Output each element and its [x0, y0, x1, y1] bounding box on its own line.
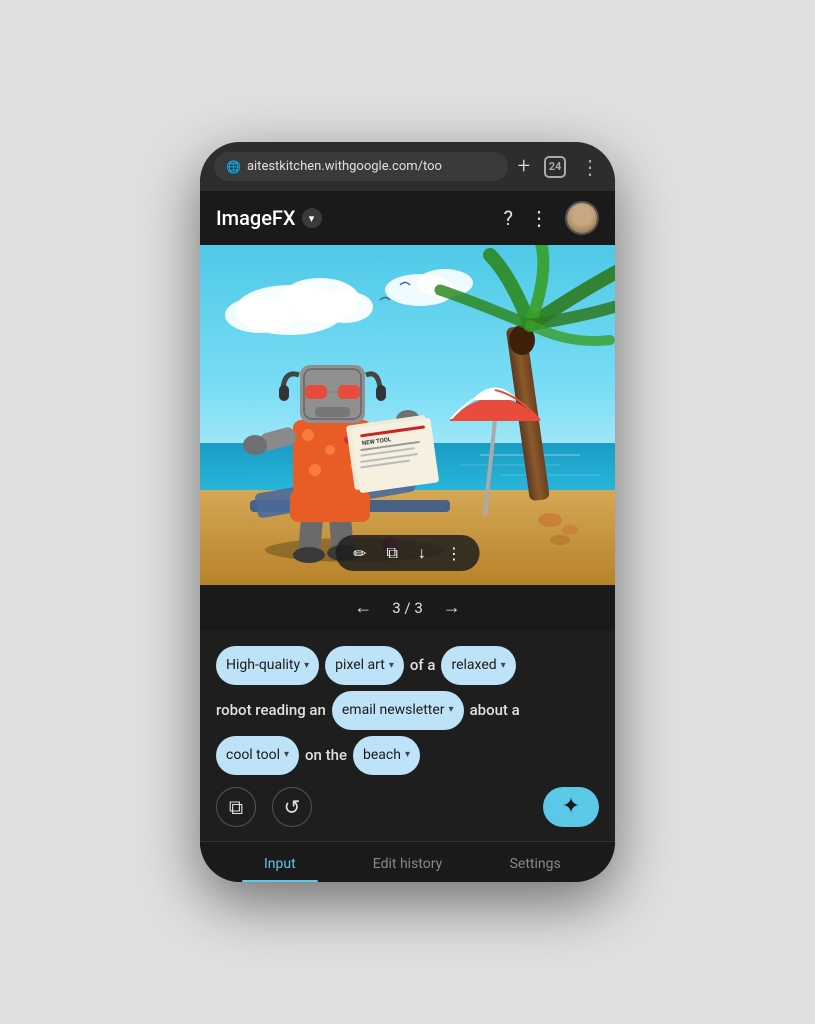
newsletter-chip[interactable]: email newsletter ▾	[332, 691, 464, 730]
generate-icon: ✦	[562, 794, 580, 819]
newsletter-chip-arrow: ▾	[449, 699, 454, 721]
app-header-actions: ? ⋮	[504, 201, 599, 235]
prompt-tokens: High-quality ▾ pixel art ▾ of a relaxed …	[216, 646, 599, 774]
copy-icon: ⧉	[229, 795, 243, 819]
location-chip-arrow: ▾	[405, 744, 410, 766]
browser-bar: 🌐 aitestkitchen.withgoogle.com/too + 24 …	[200, 142, 615, 191]
app-menu-icon[interactable]: ⋮	[529, 206, 549, 230]
app-title-group: ImageFX ▾	[216, 206, 322, 230]
tab-bar: Input Edit history Settings	[200, 841, 615, 882]
tab-settings[interactable]: Settings	[471, 842, 599, 882]
browser-url-text: aitestkitchen.withgoogle.com/too	[247, 159, 496, 174]
image-controls: ✏ ⧉ ↓ ⋮	[335, 535, 480, 571]
image-container: NEW TOOL ✏ ⧉ ↓ ⋮	[200, 245, 615, 585]
subject-chip-arrow: ▾	[284, 744, 289, 766]
prompt-text-on-the: on the	[305, 739, 347, 772]
new-tab-button[interactable]: +	[518, 154, 530, 179]
browser-actions: + 24 ⋮	[518, 154, 601, 179]
mood-chip[interactable]: relaxed ▾	[441, 646, 515, 685]
refresh-icon: ↺	[284, 795, 301, 819]
style-chip[interactable]: pixel art ▾	[325, 646, 404, 685]
copy-button[interactable]: ⧉	[386, 543, 397, 563]
app-dropdown-button[interactable]: ▾	[302, 208, 322, 228]
browser-menu-button[interactable]: ⋮	[580, 155, 601, 179]
app-header: ImageFX ▾ ? ⋮	[200, 191, 615, 245]
prompt-text-of-a: of a	[410, 649, 436, 682]
toolbar-left: ⧉ ↺	[216, 787, 312, 827]
beach-scene-svg: NEW TOOL	[200, 245, 615, 585]
app-title: ImageFX	[216, 206, 296, 230]
bottom-toolbar: ⧉ ↺ ✦	[200, 775, 615, 841]
quality-chip-arrow: ▾	[304, 655, 309, 677]
next-image-button[interactable]: →	[443, 597, 461, 618]
pagination-indicator: 3 / 3	[392, 599, 423, 617]
edit-button[interactable]: ✏	[353, 544, 366, 563]
more-options-button[interactable]: ⋮	[446, 544, 462, 563]
mood-chip-arrow: ▾	[501, 655, 506, 677]
tabs-count-badge[interactable]: 24	[544, 156, 566, 178]
url-icon: 🌐	[226, 160, 241, 174]
prompt-text-robot: robot reading an	[216, 694, 326, 727]
generated-image: NEW TOOL ✏ ⧉ ↓ ⋮	[200, 245, 615, 585]
phone-frame: 🌐 aitestkitchen.withgoogle.com/too + 24 …	[200, 142, 615, 881]
quality-chip[interactable]: High-quality ▾	[216, 646, 319, 685]
generate-button[interactable]: ✦	[543, 787, 599, 827]
prompt-area: High-quality ▾ pixel art ▾ of a relaxed …	[200, 630, 615, 774]
refresh-button[interactable]: ↺	[272, 787, 312, 827]
copy-prompt-button[interactable]: ⧉	[216, 787, 256, 827]
subject-chip[interactable]: cool tool ▾	[216, 736, 299, 775]
prompt-text-about: about a	[470, 694, 520, 727]
tab-edit-history[interactable]: Edit history	[344, 842, 472, 882]
avatar[interactable]	[565, 201, 599, 235]
help-icon[interactable]: ?	[504, 206, 513, 230]
browser-url-area[interactable]: 🌐 aitestkitchen.withgoogle.com/too	[214, 152, 508, 181]
location-chip[interactable]: beach ▾	[353, 736, 420, 775]
download-button[interactable]: ↓	[418, 543, 426, 563]
pagination-bar: ← 3 / 3 →	[200, 585, 615, 630]
style-chip-arrow: ▾	[389, 655, 394, 677]
prev-image-button[interactable]: ←	[354, 597, 372, 618]
tab-input[interactable]: Input	[216, 842, 344, 882]
